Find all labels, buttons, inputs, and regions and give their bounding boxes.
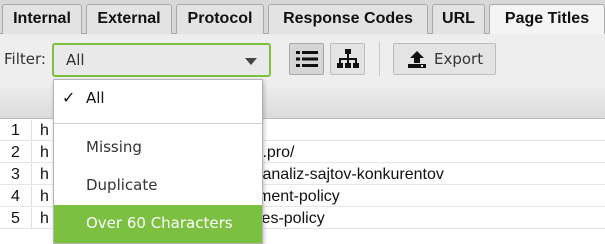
filter-option-missing[interactable]: Missing	[54, 129, 262, 167]
filter-option-label: Missing	[86, 138, 142, 156]
list-icon	[296, 51, 318, 67]
filter-option-duplicate[interactable]: Duplicate	[54, 167, 262, 205]
menu-divider	[54, 123, 262, 124]
filter-selected-value: All	[66, 51, 85, 69]
filter-label: Filter:	[4, 50, 46, 68]
filter-option-all[interactable]: ✓ All	[54, 80, 262, 123]
filter-select[interactable]: All	[52, 43, 271, 77]
row-address-start: h	[40, 166, 49, 183]
row-address-start: h	[40, 188, 49, 205]
tab-url[interactable]: URL	[432, 4, 485, 34]
row-number: 5	[0, 208, 32, 229]
tab-response-codes[interactable]: Response Codes	[268, 4, 428, 34]
filter-option-label: Duplicate	[86, 176, 158, 194]
filter-option-over-60-characters[interactable]: Over 60 Characters	[54, 205, 262, 243]
list-view-button[interactable]	[289, 43, 324, 75]
row-number: 4	[0, 186, 32, 207]
row-address-start: h	[40, 122, 49, 139]
export-button[interactable]: Export	[393, 43, 496, 75]
check-icon: ✓	[62, 88, 76, 107]
row-address-end: r.pro/	[258, 144, 295, 161]
row-address-end: ies-policy	[258, 210, 325, 227]
tab-external[interactable]: External	[86, 4, 172, 34]
row-address-end: ment-policy	[258, 188, 340, 205]
filter-option-label: Over 60 Characters	[86, 214, 233, 232]
row-address-start: h	[40, 210, 49, 227]
filter-option-label: All	[86, 89, 105, 107]
chevron-down-icon	[245, 58, 257, 65]
row-address-end: /analiz-sajtov-konkurentov	[258, 166, 444, 183]
tab-internal[interactable]: Internal	[2, 4, 82, 34]
tree-view-button[interactable]	[330, 43, 365, 75]
row-number: 1	[0, 120, 32, 141]
upload-icon	[408, 51, 426, 68]
tab-protocol[interactable]: Protocol	[176, 4, 264, 34]
row-address-start: h	[40, 144, 49, 161]
row-number: 3	[0, 164, 32, 185]
filter-dropdown-menu: ✓ All Missing Duplicate Over 60 Characte…	[53, 79, 263, 244]
row-number: 2	[0, 142, 32, 163]
tree-icon	[337, 49, 359, 68]
export-label: Export	[434, 50, 484, 68]
tab-page-titles[interactable]: Page Titles	[489, 4, 605, 35]
toolbar-divider	[379, 42, 380, 76]
tab-bar: Internal External Protocol Response Code…	[0, 0, 605, 35]
